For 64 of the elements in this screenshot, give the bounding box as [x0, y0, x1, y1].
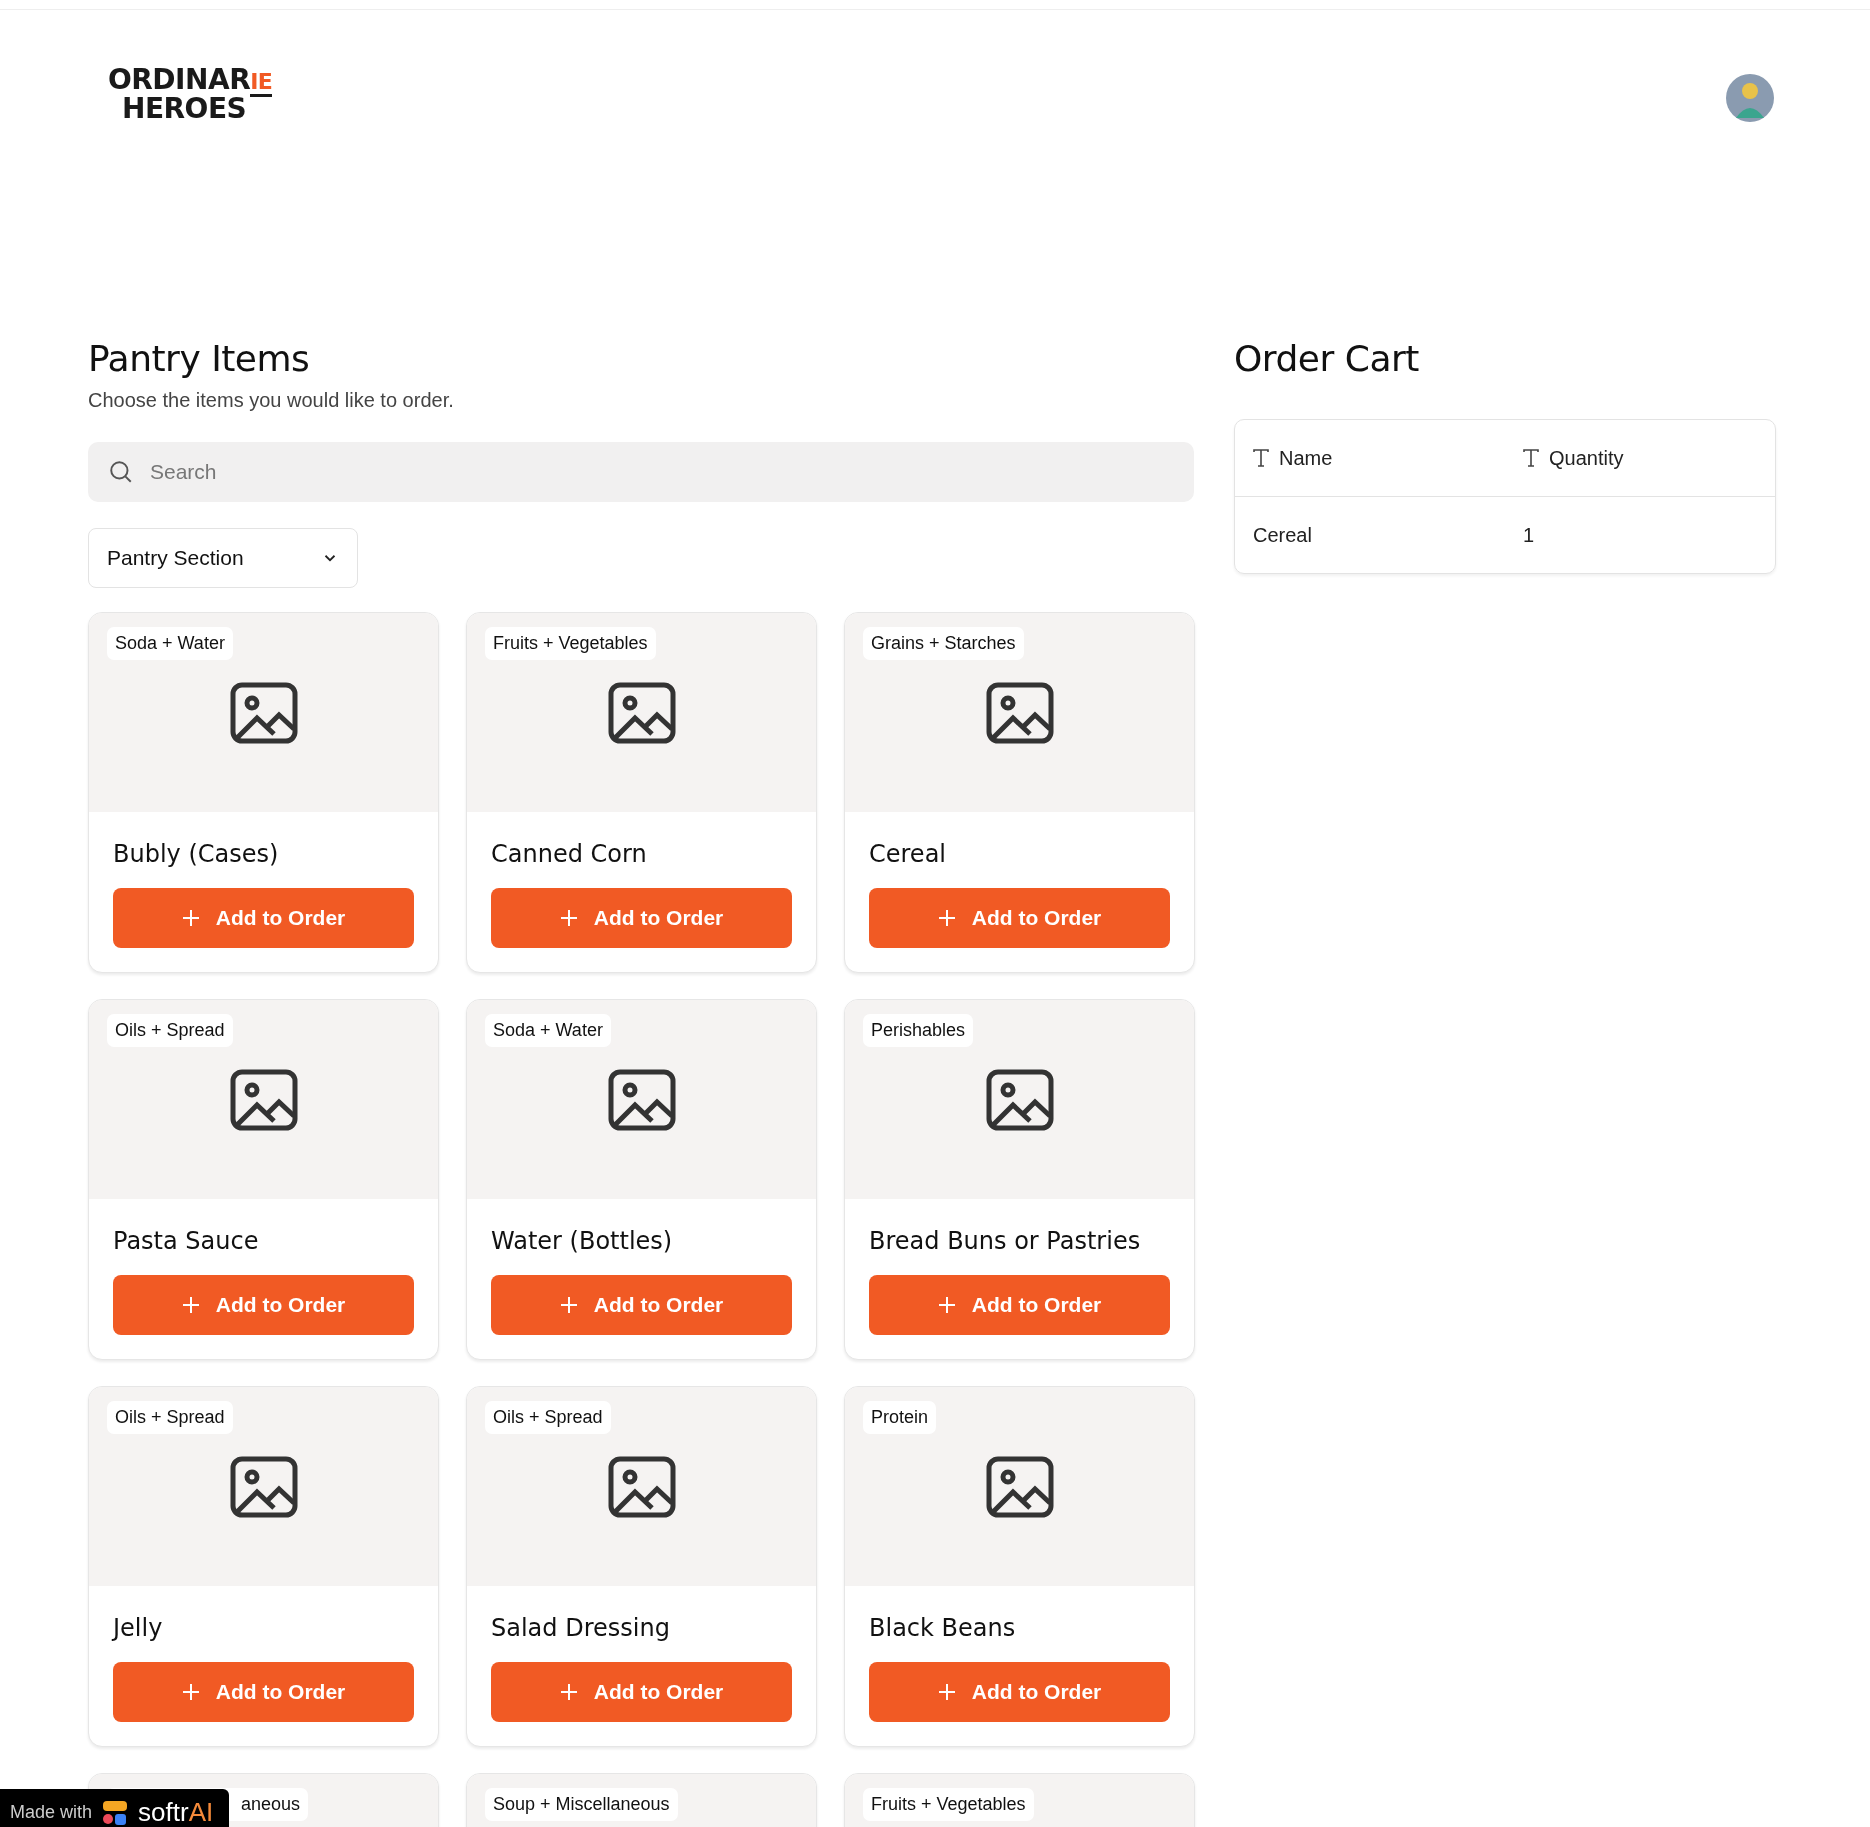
cart-title: Order Cart: [1234, 338, 1420, 379]
search-icon: [108, 459, 134, 485]
plus-icon: [181, 1296, 200, 1314]
image-placeholder-icon: [985, 1455, 1054, 1518]
category-tag: Soda + Water: [107, 627, 233, 660]
image-placeholder-icon: [607, 1455, 676, 1518]
category-tag: Protein: [863, 1401, 937, 1434]
product-name: Pasta Sauce: [113, 1227, 260, 1255]
category-tag: Fruits + Vegetables: [863, 1788, 1034, 1821]
text-type-icon: [1523, 449, 1539, 467]
plus-icon: [559, 1296, 578, 1314]
plus-icon: [937, 1683, 956, 1701]
brand-icon: [102, 1799, 129, 1826]
image-placeholder-icon: [985, 1068, 1054, 1131]
image-placeholder-icon: [607, 1068, 676, 1131]
product-name: Water (Bottles): [491, 1227, 674, 1255]
add-to-order-button[interactable]: Add to Order: [869, 888, 1170, 948]
add-to-order-button[interactable]: Add to Order: [113, 1662, 414, 1722]
category-tag: Fruits + Vegetables: [485, 627, 656, 660]
table-cell-text: Cereal: [1252, 523, 1313, 547]
add-to-order-button[interactable]: Add to Order: [113, 888, 414, 948]
image-placeholder-icon: [229, 681, 298, 744]
product-name: Black Beans: [869, 1614, 1017, 1642]
section-title: Pantry Items: [88, 338, 311, 379]
image-placeholder-icon: [985, 681, 1054, 744]
logo[interactable]: ORDINARIE HEROES: [108, 66, 273, 122]
section-dropdown[interactable]: Pantry Section: [88, 528, 358, 588]
plus-icon: [559, 1683, 578, 1701]
column-header[interactable]: Quantity: [1549, 446, 1624, 470]
plus-icon: [181, 909, 200, 927]
product-name: Bread Buns or Pastries: [869, 1227, 1142, 1255]
product-name: Canned Corn: [491, 840, 648, 868]
image-placeholder-icon: [229, 1068, 298, 1131]
plus-icon: [937, 1296, 956, 1314]
add-to-order-button[interactable]: Add to Order: [869, 1275, 1170, 1335]
search-input[interactable]: Search: [148, 459, 1174, 485]
add-to-order-button[interactable]: Add to Order: [869, 1662, 1170, 1722]
text-type-icon: [1253, 449, 1269, 467]
search-field[interactable]: Search: [88, 442, 1194, 502]
plus-icon: [937, 909, 956, 927]
add-to-order-button[interactable]: Add to Order: [491, 888, 792, 948]
add-to-order-button[interactable]: Add to Order: [113, 1275, 414, 1335]
category-tag: Soda + Water: [485, 1014, 611, 1047]
column-header[interactable]: Name: [1279, 446, 1333, 470]
avatar-icon[interactable]: [1726, 74, 1774, 122]
product-name: Bubly (Cases): [113, 840, 280, 868]
category-tag: Soup + Miscellaneous: [485, 1788, 678, 1821]
category-tag: Oils + Spread: [107, 1401, 233, 1434]
category-tag: Oils + Spread: [485, 1401, 611, 1434]
plus-icon: [559, 909, 578, 927]
product-name: Jelly: [113, 1614, 164, 1642]
category-tag: Oils + Spread: [107, 1014, 233, 1047]
plus-icon: [181, 1683, 200, 1701]
product-name: Salad Dressing: [491, 1614, 671, 1642]
add-to-order-button[interactable]: Add to Order: [491, 1662, 792, 1722]
image-placeholder-icon: [607, 681, 676, 744]
table-cell-text: 1: [1522, 523, 1536, 547]
category-tag: Grains + Starches: [863, 627, 1024, 660]
made-with-badge[interactable]: Made with softrAI: [0, 1789, 230, 1827]
section-subtitle: Choose the items you would like to order.: [88, 389, 455, 412]
add-to-order-button[interactable]: Add to Order: [491, 1275, 792, 1335]
image-placeholder-icon: [229, 1455, 298, 1518]
category-tag: Perishables: [863, 1014, 974, 1047]
product-name: Cereal: [869, 840, 947, 868]
